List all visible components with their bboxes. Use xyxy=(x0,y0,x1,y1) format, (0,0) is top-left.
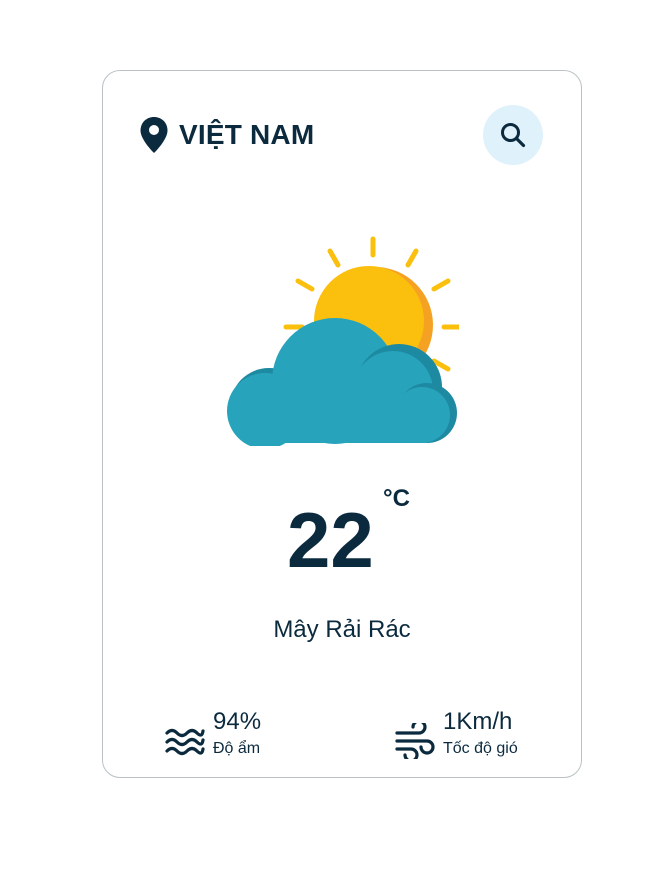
waves-icon xyxy=(165,728,205,756)
weather-description: Mây Rải Rác xyxy=(273,616,411,643)
humidity-value: 94% xyxy=(213,708,262,735)
wind-value: 1Km/h xyxy=(443,708,513,735)
location-header: VIỆT NAM xyxy=(139,115,314,155)
temperature: 22 °C xyxy=(103,485,581,584)
search-icon xyxy=(501,123,526,148)
sun-behind-cloud-icon xyxy=(227,236,459,446)
location-name: VIỆT NAM xyxy=(179,119,315,150)
humidity-label: Độ ẩm xyxy=(213,740,261,757)
humidity-stat: 94% Độ ẩm xyxy=(165,707,261,761)
wind-icon xyxy=(395,723,435,759)
temperature-value: 22 xyxy=(287,496,374,584)
wind-stat: 1Km/h Tốc độ gió xyxy=(395,707,518,761)
search-button[interactable] xyxy=(483,105,543,165)
temperature-unit: °C xyxy=(383,485,410,512)
weather-card: VIỆT NAM 22 °C Mây Rải Rác 94% Độ ẩm 1Km… xyxy=(102,70,582,778)
wind-label: Tốc độ gió xyxy=(443,740,518,757)
map-pin-icon xyxy=(140,117,168,153)
